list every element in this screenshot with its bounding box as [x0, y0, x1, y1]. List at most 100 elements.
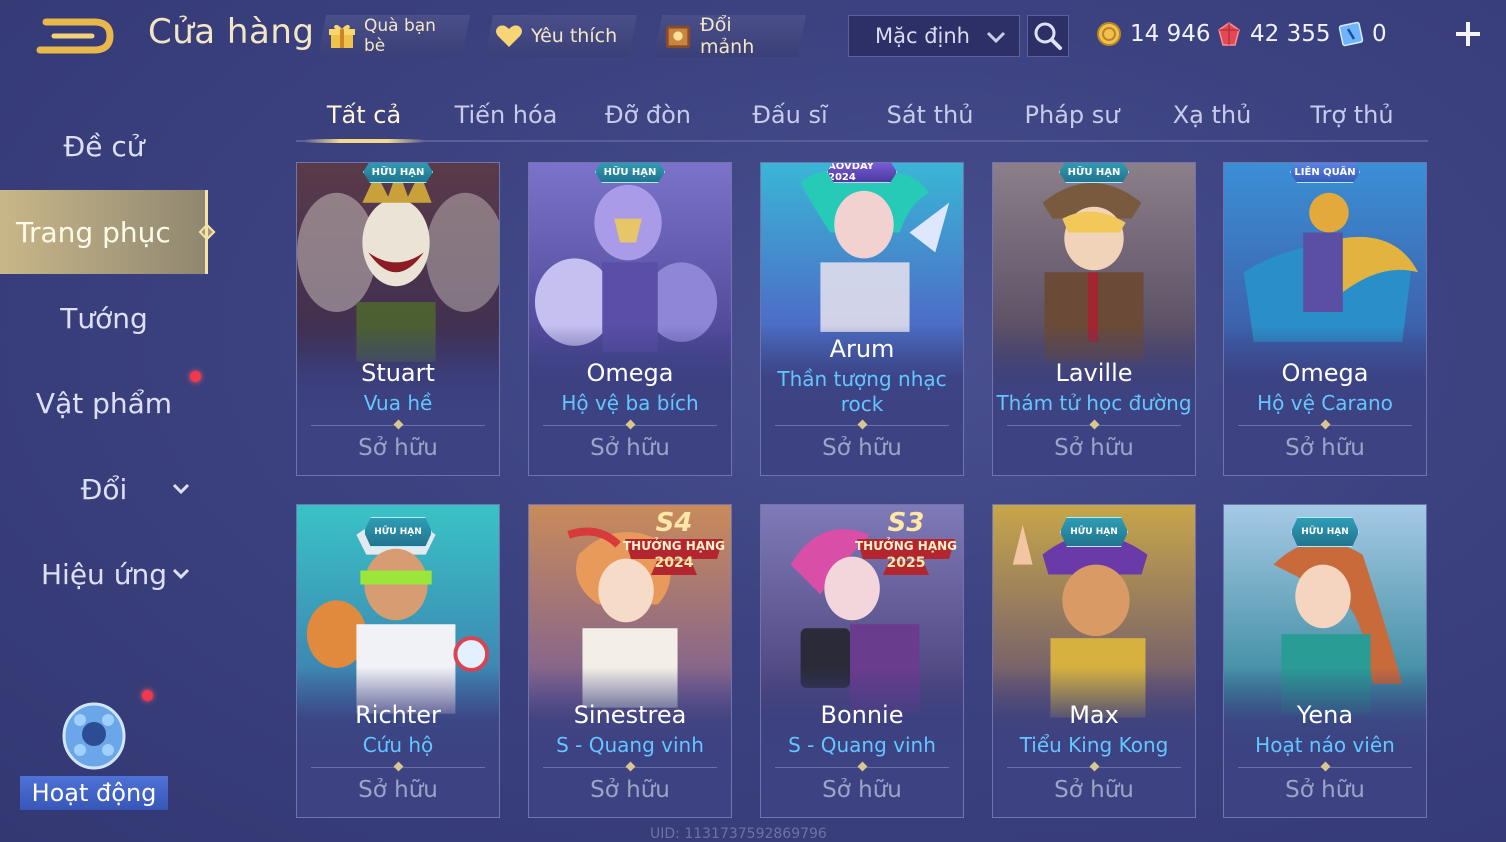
gem-currency: 42 355 [1216, 18, 1330, 50]
hero-name: Arum [829, 335, 895, 363]
skin-card[interactable]: HỮU HẠN Richter Cứu hộ Sở hữu [296, 504, 500, 818]
skin-card[interactable]: S4 THƯỞNG HẠNG 2024 Sinestrea S - Quang … [528, 504, 732, 818]
owned-status: Sở hữu [358, 435, 438, 461]
tab-support[interactable]: Trợ thủ [1292, 90, 1412, 140]
activity-label: Hoạt động [20, 776, 168, 810]
limited-badge: HỮU HẠN [1291, 517, 1359, 547]
notification-dot [190, 371, 201, 382]
sidebar-item-exchange[interactable]: Đổi [0, 457, 208, 521]
tab-evolution[interactable]: Tiến hóa [446, 90, 566, 140]
hero-name: Laville [1055, 359, 1133, 387]
skin-card[interactable]: LIÊN QUÂN Omega Hộ vệ Carano Sở hữu [1223, 162, 1427, 476]
skin-card[interactable]: AOVDAY 2024 Arum Thần tượng nhạc rock Sở… [760, 162, 964, 476]
skin-name: S - Quang vinh [788, 733, 936, 757]
activity-orb-icon [62, 702, 126, 770]
shard-exchange-label: Đổi mảnh [700, 14, 755, 58]
plus-icon [1456, 22, 1480, 46]
skin-name: Hoạt náo viên [1255, 733, 1395, 757]
skin-card[interactable]: HỮU HẠN Laville Thám tử học đường Sở hữu [992, 162, 1196, 476]
limited-badge: HỮU HẠN [363, 163, 433, 183]
skin-name: Thần tượng nhạc rock [777, 367, 947, 416]
page-title: Cửa hàng [148, 12, 315, 52]
limited-badge: HỮU HẠN [1060, 517, 1128, 547]
shard-exchange-button[interactable]: Đổi mảnh [654, 15, 806, 57]
chevron-down-icon [172, 568, 190, 580]
sidebar-item-skins[interactable]: Trang phục [0, 190, 216, 274]
hero-name: Yena [1296, 701, 1354, 729]
favorites-label: Yêu thích [531, 25, 618, 47]
tab-fighter[interactable]: Đấu sĩ [730, 90, 850, 140]
chevron-down-icon [986, 31, 1006, 44]
back-arrow-icon [36, 18, 114, 54]
season-reward-label: THƯỞNG HẠNG [854, 539, 958, 553]
limited-badge: HỮU HẠN [595, 163, 665, 183]
sort-dropdown[interactable]: Mặc định [848, 15, 1020, 57]
uid-watermark: UID: 1131737592869796 [650, 826, 827, 842]
voucher-currency: 0 [1338, 18, 1387, 50]
gem-amount: 42 355 [1250, 21, 1331, 47]
owned-status: Sở hữu [1054, 435, 1134, 461]
season-label: S3 [887, 508, 925, 538]
sidebar-item-label: Vật phẩm [35, 386, 173, 420]
skin-card[interactable]: S3 THƯỞNG HẠNG 2025 Bonnie S - Quang vin… [760, 504, 964, 818]
hero-name: Omega [586, 359, 674, 387]
back-button[interactable] [36, 14, 118, 58]
event-badge: AOVDAY 2024 [827, 163, 897, 183]
activity-button[interactable]: Hoạt động [20, 690, 168, 810]
skin-card[interactable]: HỮU HẠN Omega Hộ vệ ba bích Sở hữu [528, 162, 732, 476]
role-tabs: Tất cả Tiến hóa Đỡ đòn Đấu sĩ Sát thủ Ph… [296, 90, 1428, 143]
owned-status: Sở hữu [590, 777, 670, 803]
skin-card[interactable]: HỮU HẠN Stuart Vua hề Sở hữu [296, 162, 500, 476]
skin-grid: HỮU HẠN Stuart Vua hề Sở hữu HỮU HẠN Ome… [296, 162, 1428, 842]
tab-assassin[interactable]: Sát thủ [870, 90, 990, 140]
hero-name: Sinestrea [573, 701, 687, 729]
tab-all[interactable]: Tất cả [304, 90, 424, 143]
sidebar-item-label: Đổi [80, 472, 128, 506]
owned-status: Sở hữu [590, 435, 670, 461]
limited-badge: HỮU HẠN [364, 517, 432, 547]
brand-badge: LIÊN QUÂN [1290, 163, 1360, 183]
sidebar-item-recommended[interactable]: Đề cử [0, 114, 208, 178]
shard-chest-icon [664, 22, 692, 50]
season-label: S4 [655, 508, 693, 538]
search-button[interactable] [1027, 15, 1069, 57]
hero-name: Max [1069, 701, 1119, 729]
red-gem-icon [1218, 22, 1240, 46]
owned-status: Sở hữu [358, 777, 438, 803]
sidebar-item-label: Trang phục [16, 215, 171, 249]
sidebar-item-heroes[interactable]: Tướng [0, 286, 208, 350]
sidebar-item-label: Đề cử [63, 129, 145, 163]
tab-tank[interactable]: Đỡ đòn [588, 90, 708, 140]
limited-badge: HỮU HẠN [1059, 163, 1129, 183]
skin-name: Tiểu King Kong [1019, 733, 1169, 757]
owned-status: Sở hữu [1285, 435, 1365, 461]
skin-name: Cứu hộ [362, 733, 434, 757]
skin-name: S - Quang vinh [556, 733, 704, 757]
season-year: 2025 [886, 555, 926, 571]
owned-status: Sở hữu [822, 435, 902, 461]
voucher-amount: 0 [1372, 21, 1387, 47]
hero-name: Omega [1281, 359, 1369, 387]
active-indicator-icon [198, 223, 216, 241]
skin-card[interactable]: HỮU HẠN Yena Hoạt náo viên Sở hữu [1223, 504, 1427, 818]
tab-mage[interactable]: Pháp sư [1012, 90, 1132, 140]
owned-status: Sở hữu [1285, 777, 1365, 803]
sidebar-item-label: Tướng [60, 301, 148, 335]
recharge-plus-button[interactable] [1452, 18, 1484, 50]
sidebar-item-effects[interactable]: Hiệu ứng [0, 542, 208, 606]
gold-amount: 14 946 [1130, 21, 1211, 47]
favorites-button[interactable]: Yêu thích [485, 15, 637, 57]
sort-selected-value: Mặc định [875, 24, 970, 48]
tab-marksman[interactable]: Xạ thủ [1152, 90, 1272, 140]
notification-dot [142, 690, 153, 701]
season-year: 2024 [654, 555, 694, 571]
friend-gift-label: Quà bạn bè [364, 16, 436, 56]
chevron-down-icon [172, 483, 190, 495]
friend-gift-button[interactable]: Quà bạn bè [318, 15, 470, 57]
voucher-icon [1338, 21, 1364, 47]
owned-status: Sở hữu [822, 777, 902, 803]
top-bar: Cửa hàng Quà bạn bè Yêu thích Đổi mảnh M… [0, 0, 1506, 72]
gold-currency: 14 946 [1096, 18, 1210, 50]
skin-card[interactable]: HỮU HẠN Max Tiểu King Kong Sở hữu [992, 504, 1196, 818]
sidebar-item-items[interactable]: Vật phẩm [0, 371, 208, 435]
